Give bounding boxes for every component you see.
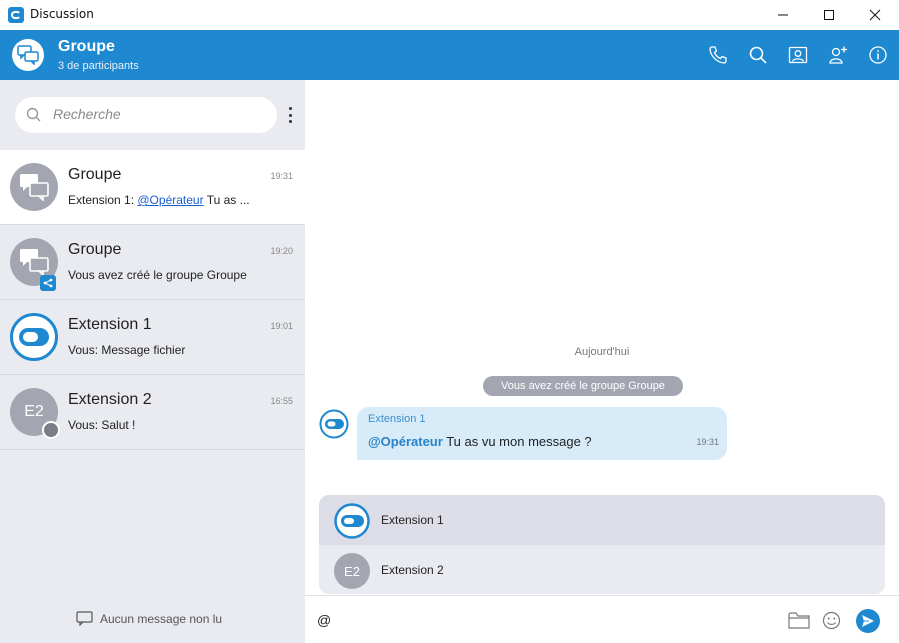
share-icon [43,278,53,288]
conversation-name: Groupe [68,241,122,258]
smiley-icon [822,611,841,630]
maximize-button[interactable] [806,0,852,30]
conversation-title: Groupe [58,38,115,55]
more-options-button[interactable] [283,104,297,126]
message-bubble[interactable]: Extension 1 @Opérateur Tu as vu mon mess… [357,407,727,460]
chat-area: Aujourd'hui Vous avez créé le groupe Gro… [305,80,899,643]
preview-sender: Extension 1: [68,193,138,207]
emoji-button[interactable] [822,611,841,634]
group-chat-icon [20,249,49,276]
mention-suggestion-item[interactable]: E2 Extension 2 [319,545,885,594]
title-bar: Discussion [0,0,899,30]
conversation-name: Extension 1 [68,316,152,333]
conversation-preview: Vous: Message fichier [68,343,186,357]
unread-status: Aucun message non lu [76,611,222,626]
close-button[interactable] [852,0,898,30]
more-dot-icon [288,120,292,123]
mention-suggestion-list: Extension 1 E2 Extension 2 [319,495,885,594]
app-logo-icon [19,328,49,346]
group-chat-icon [17,45,39,65]
conversation-time: 16:55 [270,396,293,406]
system-message: Vous avez créé le groupe Groupe [483,376,683,396]
mention-link[interactable]: @Opérateur [137,193,203,207]
message-body: Tu as vu mon message ? [442,434,592,449]
add-user-icon [829,46,847,64]
avatar-initials: E2 [344,563,360,579]
info-button[interactable] [866,43,890,67]
add-participant-button[interactable] [826,43,850,67]
conversation-item[interactable]: Groupe 19:31 Extension 1: @Opérateur Tu … [0,150,305,225]
conversation-item[interactable]: Groupe 19:20 Vous avez créé le groupe Gr… [0,225,305,300]
suggestion-avatar [334,503,370,543]
group-avatar [12,39,44,71]
call-button[interactable] [706,43,730,67]
window-title: Discussion [30,7,94,21]
suggestion-name: Extension 1 [381,513,444,527]
message-sender: Extension 1 [368,413,426,425]
conversation-name: Extension 2 [68,391,152,408]
presence-offline-indicator [42,421,60,439]
folder-icon [788,612,810,629]
group-avatar [10,163,58,211]
phone-icon [709,46,727,64]
message-text: @Opérateur Tu as vu mon message ? [368,434,592,449]
contact-card-button[interactable] [786,43,810,67]
conversation-preview: Vous: Salut ! [68,418,136,432]
mention-suggestion-item[interactable]: Extension 1 [319,495,885,545]
conversation-sidebar: Groupe 19:31 Extension 1: @Opérateur Tu … [0,80,305,643]
suggestion-avatar: E2 [334,553,370,589]
search-icon [26,107,41,122]
search-input[interactable] [53,106,263,122]
more-dot-icon [288,107,292,110]
search-button[interactable] [746,43,770,67]
conversation-preview: Extension 1: @Opérateur Tu as ... [68,193,250,207]
conversation-item[interactable]: Extension 1 19:01 Vous: Message fichier [0,300,305,375]
search-icon [749,46,767,64]
message-mention[interactable]: @Opérateur [368,434,443,449]
conversation-time: 19:01 [270,321,293,331]
app-logo-icon [334,503,370,539]
contact-card-icon [788,46,808,64]
app-logo-icon [319,409,349,439]
minimize-icon [778,14,788,16]
share-badge [40,275,56,291]
app-logo-icon [8,7,24,23]
contact-avatar [10,313,58,361]
conversation-preview: Vous avez créé le groupe Groupe [68,268,247,282]
message-input[interactable] [317,609,767,631]
suggestion-name: Extension 2 [381,563,444,577]
conversation-item[interactable]: E2 Extension 2 16:55 Vous: Salut ! [0,375,305,450]
unread-status-text: Aucun message non lu [100,611,223,626]
date-separator: Aujourd'hui [574,346,630,358]
send-icon [862,615,874,627]
conversation-time: 19:20 [270,246,293,256]
close-icon [869,9,881,21]
conversation-name: Groupe [68,166,122,183]
chat-bubble-icon [76,611,93,626]
more-dot-icon [288,113,292,117]
chat-header: Groupe 3 de participants [0,30,899,80]
message-composer [305,595,899,643]
info-icon [869,46,887,64]
sender-avatar [319,409,349,443]
attach-file-button[interactable] [788,611,810,633]
preview-text: Tu as ... [203,193,250,207]
message-time: 19:31 [696,437,719,447]
maximize-icon [824,10,834,20]
group-chat-icon [20,174,49,201]
participant-count: 3 de participants [58,60,139,72]
avatar-initials: E2 [24,403,44,420]
search-box[interactable] [15,97,277,133]
conversation-time: 19:31 [270,171,293,181]
minimize-button[interactable] [760,0,806,30]
send-button[interactable] [856,609,880,633]
